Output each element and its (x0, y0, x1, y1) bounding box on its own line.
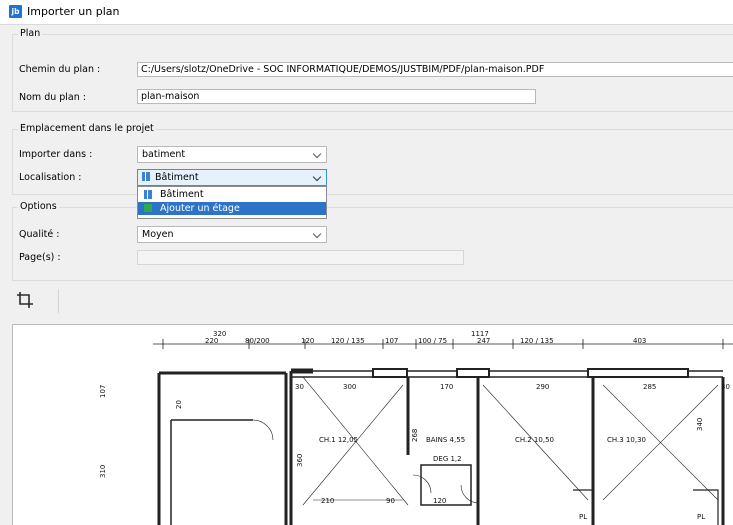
svg-text:20: 20 (175, 400, 183, 409)
dropdown-option-label: Ajouter un étage (160, 203, 240, 214)
svg-text:CH.2 10,50: CH.2 10,50 (515, 436, 554, 444)
svg-text:210: 210 (321, 497, 334, 505)
building-icon (142, 172, 150, 181)
options-group-legend: Options (18, 201, 59, 212)
svg-text:30: 30 (721, 383, 730, 391)
localisation-value: Bâtiment (155, 172, 199, 183)
svg-text:80/200: 80/200 (245, 337, 270, 345)
pages-label: Page(s) : (19, 252, 61, 263)
floor-plan-drawing: 320220 80/200 120 120 / 135 107 100 / 7511… (99, 330, 733, 525)
svg-text:PL: PL (697, 513, 705, 521)
dropdown-option-label: Bâtiment (160, 189, 204, 200)
import-into-select[interactable]: batiment (137, 146, 327, 163)
svg-text:BAINS 4,55: BAINS 4,55 (426, 436, 465, 444)
plan-path-label: Chemin du plan : (19, 64, 101, 75)
svg-text:CH.1 12,05: CH.1 12,05 (319, 436, 358, 444)
dropdown-option-batiment[interactable]: Bâtiment (138, 188, 326, 201)
location-group-legend: Emplacement dans le projet (18, 123, 156, 134)
plan-name-field[interactable]: plan-maison (137, 89, 536, 104)
window-title: Importer un plan (27, 5, 120, 18)
svg-text:120: 120 (433, 497, 446, 505)
plan-preview[interactable]: 320 220 80/200 120 120 / 135 107 100 / 75 11… (12, 324, 733, 525)
svg-text:120: 120 (301, 337, 314, 345)
quality-value: Moyen (142, 229, 174, 240)
crop-icon[interactable] (16, 291, 34, 309)
location-group: Emplacement dans le projet (12, 123, 733, 195)
localisation-select[interactable]: Bâtiment (137, 169, 327, 186)
svg-text:120 / 135: 120 / 135 (331, 337, 365, 345)
import-into-value: batiment (142, 149, 186, 160)
svg-text:107: 107 (99, 385, 107, 398)
svg-text:403: 403 (633, 337, 646, 345)
svg-text:290: 290 (536, 383, 549, 391)
options-group: Options (12, 201, 733, 281)
app-logo-icon: jb (9, 5, 22, 18)
svg-text:120 / 135: 120 / 135 (520, 337, 554, 345)
building-icon (144, 190, 152, 199)
toolbar-separator (58, 289, 59, 313)
svg-text:30: 30 (295, 383, 304, 391)
svg-text:107: 107 (385, 337, 398, 345)
chevron-down-icon (312, 172, 322, 182)
svg-text:220: 220 (205, 337, 218, 345)
svg-text:268: 268 (411, 429, 419, 442)
localisation-dropdown: Bâtiment Ajouter un étage (137, 186, 327, 219)
plan-group-legend: Plan (18, 28, 43, 39)
plan-name-label: Nom du plan : (19, 92, 86, 103)
svg-text:360: 360 (296, 454, 304, 467)
title-bar: jb Importer un plan (0, 0, 733, 25)
svg-text:90: 90 (386, 497, 395, 505)
svg-text:170: 170 (440, 383, 453, 391)
add-floor-icon (144, 204, 152, 212)
quality-select[interactable]: Moyen (137, 226, 327, 243)
quality-label: Qualité : (19, 229, 60, 240)
svg-text:100 / 75: 100 / 75 (418, 337, 447, 345)
svg-text:340: 340 (696, 418, 704, 431)
pages-field (137, 250, 464, 265)
svg-text:PL: PL (579, 513, 587, 521)
svg-text:CH.3 10,30: CH.3 10,30 (607, 436, 646, 444)
svg-text:247: 247 (477, 337, 490, 345)
svg-text:300: 300 (343, 383, 356, 391)
svg-text:DEG 1,2: DEG 1,2 (433, 455, 462, 463)
localisation-label: Localisation : (19, 172, 82, 183)
svg-text:310: 310 (99, 465, 107, 478)
dropdown-option-add-floor[interactable]: Ajouter un étage (138, 202, 326, 215)
chevron-down-icon (312, 149, 322, 159)
plan-path-field[interactable]: C:/Users/slotz/OneDrive - SOC INFORMATIQ… (137, 62, 733, 77)
svg-text:285: 285 (643, 383, 656, 391)
import-into-label: Importer dans : (19, 149, 93, 160)
chevron-down-icon (312, 229, 322, 239)
